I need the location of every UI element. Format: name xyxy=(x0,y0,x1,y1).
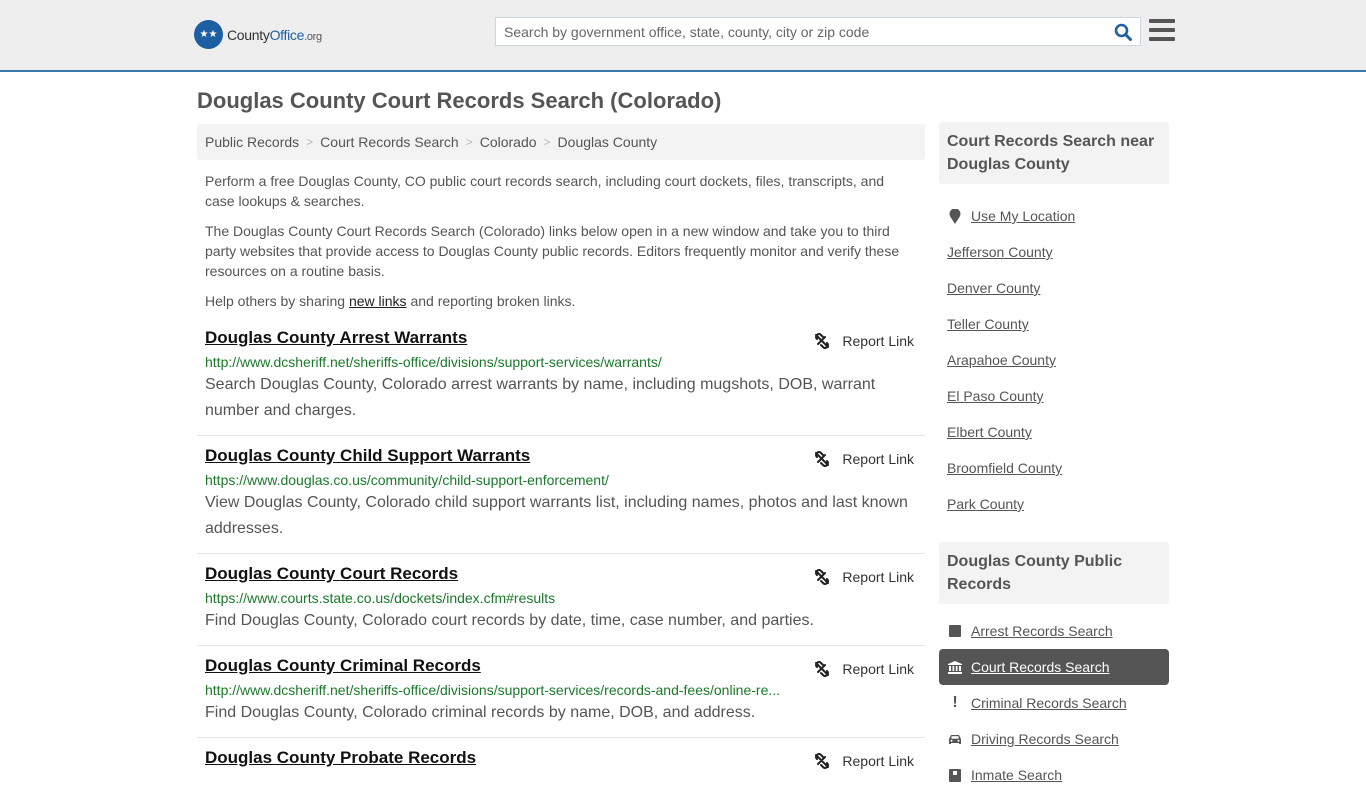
site-logo[interactable]: ★★ CountyOffice.org xyxy=(194,20,322,49)
sidebar-item-label[interactable]: Driving Records Search xyxy=(971,731,1119,747)
search-icon xyxy=(1114,23,1132,41)
new-links-link[interactable]: new links xyxy=(349,293,407,309)
car-icon xyxy=(947,734,963,745)
nearby-county-item[interactable]: Jefferson County xyxy=(939,234,1169,270)
breadcrumb-court-records-search[interactable]: Court Records Search xyxy=(320,134,459,150)
result-title-link[interactable]: Douglas County Child Support Warrants xyxy=(205,445,530,467)
search-button[interactable] xyxy=(1106,18,1140,45)
page-title: Douglas County Court Records Search (Col… xyxy=(197,88,722,113)
breadcrumb-separator: > xyxy=(543,135,551,149)
results-list: Douglas County Arrest Warrants Report Li… xyxy=(197,327,925,780)
result-title-link[interactable]: Douglas County Arrest Warrants xyxy=(205,327,467,349)
breadcrumb: Public Records > Court Records Search > … xyxy=(197,124,925,160)
sidebar-item-inmate-search[interactable]: Inmate Search xyxy=(939,757,1169,793)
public-records-section-title: Douglas County Public Records xyxy=(939,542,1169,604)
sidebar-item-criminal-records[interactable]: ! Criminal Records Search xyxy=(939,685,1169,721)
sidebar: Court Records Search near Douglas County… xyxy=(939,122,1169,793)
breadcrumb-colorado[interactable]: Colorado xyxy=(480,134,537,150)
nearby-county-item[interactable]: Denver County xyxy=(939,270,1169,306)
result-url: https://www.courts.state.co.us/dockets/i… xyxy=(205,590,556,606)
report-link-button[interactable]: Report Link xyxy=(814,569,914,585)
nearby-section-title: Court Records Search near Douglas County xyxy=(939,122,1169,184)
result-description: Search Douglas County, Colorado arrest w… xyxy=(205,376,876,419)
nearby-county-item[interactable]: Park County xyxy=(939,486,1169,522)
broken-link-icon xyxy=(815,661,830,677)
intro-paragraph: The Douglas County Court Records Search … xyxy=(205,223,900,279)
logo-text: CountyOffice.org xyxy=(227,26,322,43)
use-my-location-link[interactable]: Use My Location xyxy=(971,208,1075,224)
result-item: Douglas County Child Support Warrants Re… xyxy=(197,436,925,554)
broken-link-icon xyxy=(815,333,830,349)
search-bar xyxy=(495,17,1141,46)
county-link[interactable]: Arapahoe County xyxy=(947,352,1056,368)
breadcrumb-separator: > xyxy=(465,135,473,149)
sidebar-item-driving-records[interactable]: Driving Records Search xyxy=(939,721,1169,757)
result-title-link[interactable]: Douglas County Court Records xyxy=(205,563,458,585)
site-header: ★★ CountyOffice.org xyxy=(0,0,1366,72)
public-records-list: Arrest Records Search Court Records Sear… xyxy=(939,604,1169,793)
result-url: http://www.dcsheriff.net/sheriffs-office… xyxy=(205,354,662,370)
sidebar-item-court-records[interactable]: Court Records Search xyxy=(939,649,1169,685)
county-link[interactable]: Denver County xyxy=(947,280,1040,296)
county-link[interactable]: Elbert County xyxy=(947,424,1032,440)
nearby-county-item[interactable]: Broomfield County xyxy=(939,450,1169,486)
intro-text: Perform a free Douglas County, CO public… xyxy=(197,171,925,311)
intro-paragraph: Perform a free Douglas County, CO public… xyxy=(205,173,885,209)
courthouse-icon xyxy=(947,660,963,674)
nearby-county-item[interactable]: Teller County xyxy=(939,306,1169,342)
result-description: Find Douglas County, Colorado criminal r… xyxy=(205,704,756,721)
breadcrumb-separator: > xyxy=(306,135,314,149)
sidebar-item-label[interactable]: Inmate Search xyxy=(971,767,1062,783)
sidebar-item-label[interactable]: Arrest Records Search xyxy=(971,623,1113,639)
square-icon xyxy=(947,625,963,637)
logo-eagle-icon: ★★ xyxy=(194,20,223,49)
nearby-county-item[interactable]: Elbert County xyxy=(939,414,1169,450)
sidebar-item-label[interactable]: Criminal Records Search xyxy=(971,695,1127,711)
report-link-button[interactable]: Report Link xyxy=(814,661,914,677)
use-my-location-item[interactable]: Use My Location xyxy=(939,198,1169,234)
result-item: Douglas County Criminal Records Report L… xyxy=(197,646,925,738)
result-url: http://www.dcsheriff.net/sheriffs-office… xyxy=(205,682,781,698)
county-link[interactable]: Broomfield County xyxy=(947,460,1062,476)
result-item: Douglas County Probate Records Report Li… xyxy=(197,738,925,780)
broken-link-icon xyxy=(815,569,830,585)
result-url: https://www.douglas.co.us/community/chil… xyxy=(205,472,609,488)
report-link-button[interactable]: Report Link xyxy=(814,753,914,769)
result-title-link[interactable]: Douglas County Probate Records xyxy=(205,747,476,769)
result-description: Find Douglas County, Colorado court reco… xyxy=(205,612,814,629)
sidebar-item-arrest-records[interactable]: Arrest Records Search xyxy=(939,613,1169,649)
county-link[interactable]: Park County xyxy=(947,496,1024,512)
result-item: Douglas County Arrest Warrants Report Li… xyxy=(197,327,925,436)
county-link[interactable]: Jefferson County xyxy=(947,244,1053,260)
breadcrumb-public-records[interactable]: Public Records xyxy=(205,134,299,150)
share-links-paragraph: Help others by sharing new links and rep… xyxy=(205,293,576,309)
breadcrumb-douglas-county[interactable]: Douglas County xyxy=(558,134,658,150)
result-description: View Douglas County, Colorado child supp… xyxy=(205,494,908,537)
nearby-county-item[interactable]: Arapahoe County xyxy=(939,342,1169,378)
broken-link-icon xyxy=(815,753,830,769)
report-link-button[interactable]: Report Link xyxy=(814,451,914,467)
map-marker-icon xyxy=(947,208,963,224)
broken-link-icon xyxy=(815,451,830,467)
result-title-link[interactable]: Douglas County Criminal Records xyxy=(205,655,481,677)
sidebar-item-label[interactable]: Court Records Search xyxy=(971,659,1110,675)
report-link-button[interactable]: Report Link xyxy=(814,333,914,349)
nearby-county-item[interactable]: El Paso County xyxy=(939,378,1169,414)
hamburger-menu-icon[interactable] xyxy=(1149,19,1175,41)
result-item: Douglas County Court Records Report Link… xyxy=(197,554,925,646)
county-link[interactable]: Teller County xyxy=(947,316,1029,332)
search-input[interactable] xyxy=(496,18,1106,45)
exclamation-icon: ! xyxy=(952,694,958,711)
main-content: Public Records > Court Records Search > … xyxy=(197,124,925,780)
nearby-counties-list: Use My Location Jefferson County Denver … xyxy=(939,184,1169,522)
inmate-icon xyxy=(947,768,963,782)
county-link[interactable]: El Paso County xyxy=(947,388,1044,404)
